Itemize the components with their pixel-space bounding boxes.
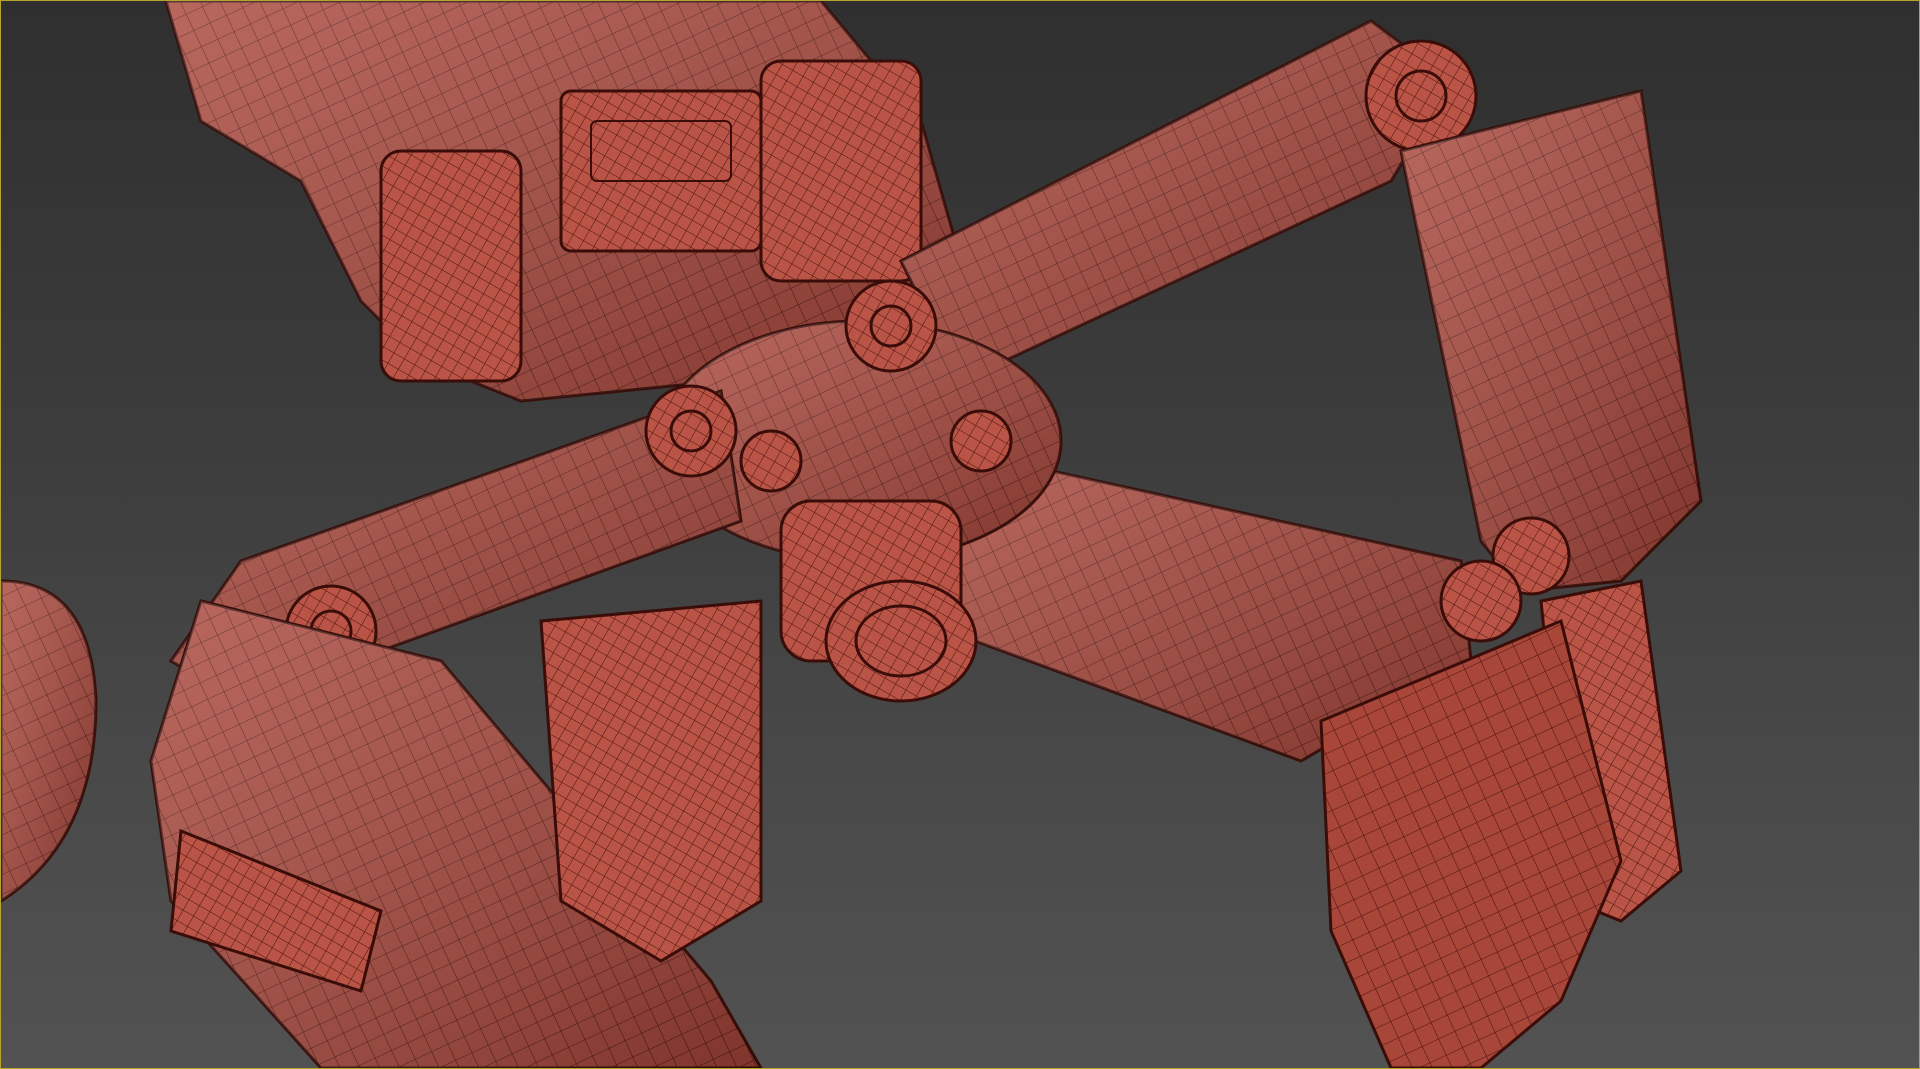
- back-left-leg: [844, 279, 938, 373]
- 3d-viewport[interactable]: [0, 0, 1920, 1069]
- robot-wireframe-render[interactable]: [1, 1, 1919, 1068]
- offscreen-sphere: [1, 579, 98, 903]
- front-left-leg: [149, 384, 763, 1068]
